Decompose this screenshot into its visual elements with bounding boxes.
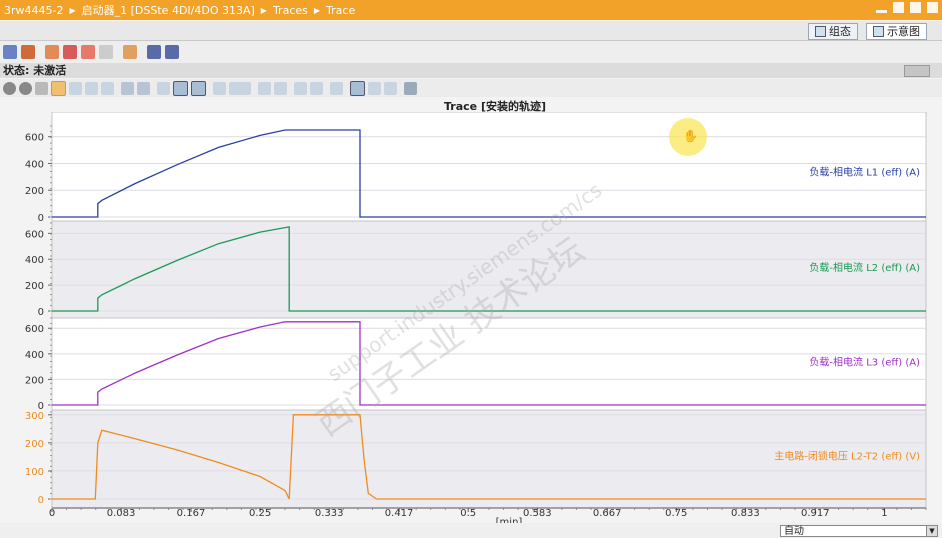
x-tick-label: 0.833 — [731, 508, 760, 519]
legend-center-icon[interactable] — [368, 81, 381, 95]
main-toolbar — [0, 41, 942, 63]
zoom-in-icon[interactable] — [121, 81, 134, 95]
x-tick-label: 0.417 — [385, 508, 414, 519]
x-tick-label: 0.917 — [801, 508, 830, 519]
breadcrumb-item-trace[interactable]: Trace — [322, 4, 359, 17]
status-bar: 状态: 未激活 — [0, 63, 942, 78]
status-label: 状态: — [3, 64, 30, 77]
collapse-icon[interactable] — [904, 65, 930, 77]
export-icon[interactable] — [147, 45, 161, 59]
upload-icon[interactable] — [21, 45, 35, 59]
split-vertical-icon[interactable] — [294, 81, 307, 95]
minimize-icon[interactable] — [876, 10, 887, 13]
install-trace-icon[interactable] — [45, 45, 59, 59]
scale-select-value: 自动 — [784, 526, 804, 537]
series-label-3: 负载-相电流 L3 (eff) (A) — [809, 356, 920, 369]
y-tick-label: 400 — [25, 350, 44, 361]
tab-diagram-label: 示意图 — [887, 25, 920, 38]
title-bar: 3rw4445-2 ▶ 启动器_1 [DSSte 4DI/4DO 313A] ▶… — [0, 0, 942, 20]
back-icon[interactable] — [3, 81, 16, 95]
zoom-out-icon[interactable] — [137, 81, 150, 95]
x-tick-label: 0.083 — [107, 508, 136, 519]
y-tick-label: 400 — [25, 255, 44, 266]
window-controls — [876, 2, 938, 13]
series-label-4: 主电路-闭锁电压 L2-T2 (eff) (V) — [774, 450, 920, 463]
hand-cursor-icon: ✋ — [683, 129, 698, 143]
zoom-y-icon[interactable] — [101, 81, 114, 95]
mouse-cursor-highlight: ✋ — [669, 118, 707, 156]
config-icon — [815, 26, 826, 37]
y-tick-label: 400 — [25, 159, 44, 170]
tab-configuration[interactable]: 组态 — [808, 23, 858, 40]
breadcrumb-item-device[interactable]: 3rw4445-2 — [0, 4, 67, 17]
x-tick-label: 0.5 — [460, 508, 476, 519]
y-tick-label: 0 — [38, 495, 44, 506]
home-view-icon[interactable] — [35, 81, 48, 95]
breadcrumb-item-traces[interactable]: Traces — [269, 4, 312, 17]
y-tick-label: 0 — [38, 307, 44, 318]
chevron-right-icon: ▶ — [69, 5, 76, 15]
legend-right-icon[interactable] — [384, 81, 397, 95]
status-value: 未激活 — [33, 64, 67, 77]
legend-left-icon[interactable] — [350, 80, 365, 96]
y-tick-label: 200 — [25, 375, 44, 386]
pan-icon[interactable] — [51, 80, 66, 96]
plot-panel-3 — [51, 317, 927, 411]
save-trace-icon[interactable] — [123, 45, 137, 59]
horizontal-measure-icon[interactable] — [191, 80, 206, 96]
plot-panel-2 — [51, 220, 927, 319]
chart-toolbar — [0, 79, 942, 97]
scale-select[interactable]: 自动 ▼ — [780, 525, 938, 537]
new-trace-icon[interactable] — [3, 45, 17, 59]
zoom-box-icon[interactable] — [69, 81, 82, 95]
x-tick-label: 0.667 — [593, 508, 622, 519]
close-icon[interactable] — [927, 2, 938, 13]
vertical-measure-icon[interactable] — [173, 80, 188, 96]
x-tick-label: 0.25 — [249, 508, 271, 519]
y-tick-label: 600 — [25, 229, 44, 240]
restore-icon[interactable] — [893, 2, 904, 13]
line-style-icon[interactable] — [258, 81, 271, 95]
bottom-bar: 自动 ▼ — [0, 523, 942, 538]
plot-panel-1 — [51, 112, 927, 222]
cursor-icon[interactable] — [157, 81, 170, 95]
scale-icon[interactable] — [274, 81, 287, 95]
grid-icon[interactable] — [213, 81, 226, 95]
diagram-icon — [873, 26, 884, 37]
split-horizontal-icon[interactable] — [310, 81, 323, 95]
y-tick-label: 200 — [25, 439, 44, 450]
snapshot-icon[interactable] — [330, 81, 343, 95]
breadcrumb-item-starter[interactable]: 启动器_1 [DSSte 4DI/4DO 313A] — [78, 2, 259, 18]
import-icon[interactable] — [165, 45, 179, 59]
maximize-icon[interactable] — [910, 2, 921, 13]
zoom-x-icon[interactable] — [85, 81, 98, 95]
view-tabs: 组态 示意图 — [0, 21, 942, 41]
forward-icon[interactable] — [19, 81, 32, 95]
y-tick-label: 600 — [25, 324, 44, 335]
y-tick-label: 100 — [25, 467, 44, 478]
delete-trace-icon[interactable] — [63, 45, 77, 59]
x-tick-label: 0.75 — [665, 508, 687, 519]
y-tick-label: 600 — [25, 133, 44, 144]
y-tick-label: 200 — [25, 186, 44, 197]
chevron-right-icon: ▶ — [260, 5, 267, 15]
chevron-down-icon[interactable]: ▼ — [926, 526, 937, 536]
print-icon[interactable] — [404, 81, 417, 95]
remove-trace-icon[interactable] — [81, 45, 95, 59]
trace-chart[interactable]: 0 200 400 600 负载-相电流 L1 (eff) (A) 0 200 400 600 负… — [0, 112, 942, 523]
y-tick-label: 0 — [38, 213, 44, 224]
tab-diagram[interactable]: 示意图 — [866, 23, 927, 40]
refresh-icon[interactable] — [99, 45, 113, 59]
chevron-right-icon: ▶ — [313, 5, 321, 15]
y-tick-label: 300 — [25, 411, 44, 422]
signal-select-icon[interactable] — [229, 81, 251, 95]
tab-configuration-label: 组态 — [829, 25, 851, 38]
series-label-1: 负载-相电流 L1 (eff) (A) — [809, 166, 920, 179]
series-label-2: 负载-相电流 L2 (eff) (A) — [809, 261, 920, 274]
y-tick-label: 200 — [25, 281, 44, 292]
x-tick-label: 0.167 — [177, 508, 206, 519]
